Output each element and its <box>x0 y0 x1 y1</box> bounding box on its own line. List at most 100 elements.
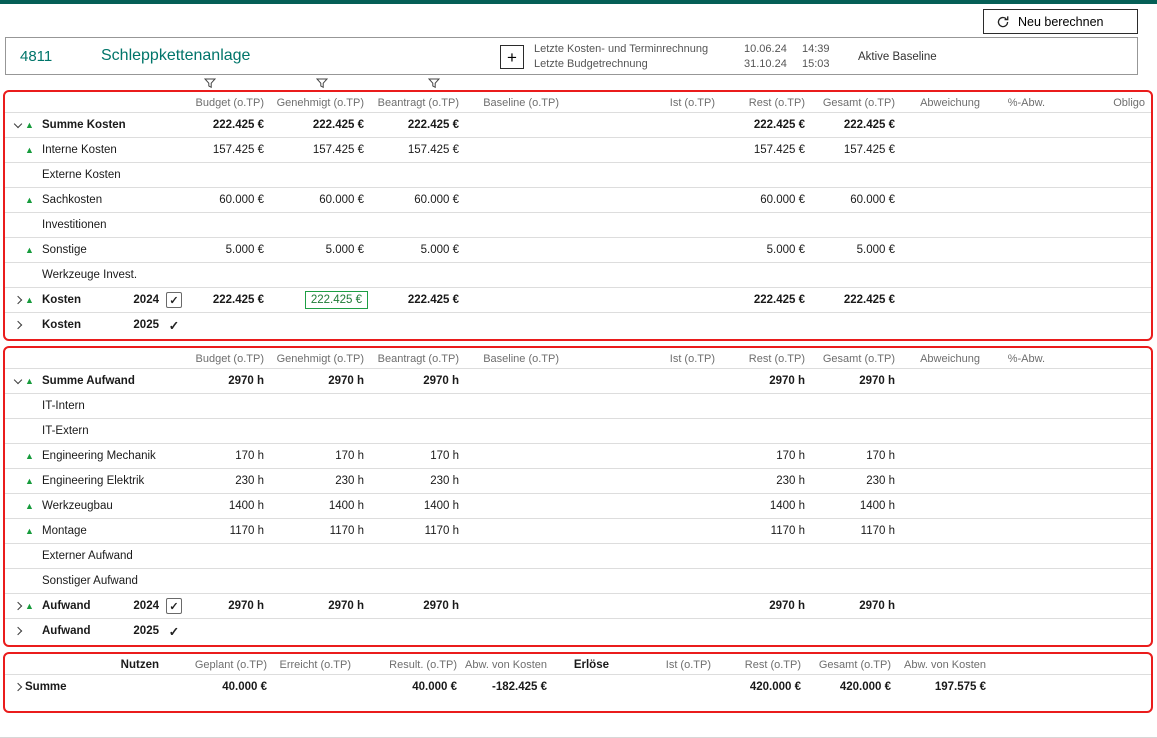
value-cell: 157.425 € <box>721 144 811 156</box>
value-cell: 1170 h <box>370 525 465 537</box>
row-label-cell: ▲Aufwand2024✓ <box>5 594 190 618</box>
filter-icon[interactable] <box>316 78 328 89</box>
value-cell: 157.425 € <box>270 144 370 156</box>
value-cell: 230 h <box>370 475 465 487</box>
include-check-icon[interactable]: ✓ <box>166 624 182 639</box>
expand-chevron-icon[interactable] <box>11 318 25 332</box>
value-cell: 157.425 € <box>370 144 465 156</box>
row-label: Engineering Mechanik <box>42 450 156 462</box>
value-cell: 170 h <box>811 450 901 462</box>
value-cell: 1400 h <box>721 500 811 512</box>
table-header-row: Budget (o.TP)Genehmigt (o.TP)Beantragt (… <box>5 93 1151 112</box>
column-header: Abweichung <box>901 353 986 365</box>
value-cell: 420.000 € <box>807 681 897 693</box>
column-header: Genehmigt (o.TP) <box>270 97 370 109</box>
editable-value-cell[interactable]: 222.425 € <box>305 291 368 309</box>
include-checkbox[interactable]: ✓ <box>166 292 182 308</box>
value-cell: 1400 h <box>370 500 465 512</box>
column-header: Baseline (o.TP) <box>465 97 565 109</box>
table-row[interactable]: Investitionen <box>5 212 1151 237</box>
table-row[interactable]: ▲Engineering Elektrik230 h230 h230 h230 … <box>5 468 1151 493</box>
table-row[interactable]: Sonstiger Aufwand <box>5 568 1151 593</box>
row-label: Investitionen <box>42 219 107 231</box>
value-cell: 1170 h <box>811 525 901 537</box>
row-label-cell: ▲Interne Kosten <box>5 138 190 162</box>
row-label-cell: IT-Intern <box>5 394 190 418</box>
info-time: 14:39 <box>802 42 844 57</box>
status-up-icon: ▲ <box>25 196 42 205</box>
row-label-cell: Externer Aufwand <box>5 544 190 568</box>
column-header: Ist (o.TP) <box>631 97 721 109</box>
table-row[interactable]: Aufwand 2025 ✓ <box>5 618 1151 643</box>
table-row[interactable]: IT-Intern <box>5 393 1151 418</box>
row-year: 2025 <box>133 625 159 637</box>
row-label: Werkzeugbau <box>42 500 113 512</box>
table-row[interactable]: ▲Werkzeugbau1400 h1400 h1400 h1400 h1400… <box>5 493 1151 518</box>
value-cell: 222.425 € <box>811 119 901 131</box>
row-label: Aufwand <box>42 625 91 637</box>
table-row[interactable]: ▲Interne Kosten157.425 €157.425 €157.425… <box>5 137 1151 162</box>
value-cell: 1170 h <box>190 525 270 537</box>
expand-chevron-icon[interactable] <box>11 599 25 613</box>
table-row[interactable]: IT-Extern <box>5 418 1151 443</box>
status-up-icon: ▲ <box>25 121 42 130</box>
info-date: 31.10.24 <box>744 57 802 72</box>
value-cell: 60.000 € <box>811 194 901 206</box>
status-up-icon: ▲ <box>25 527 42 536</box>
value-cell: 222.425 € <box>370 119 465 131</box>
value-cell: 222.425 € <box>270 119 370 131</box>
value-cell: -182.425 € <box>463 681 553 693</box>
table-row[interactable]: Externe Kosten <box>5 162 1151 187</box>
expand-chevron-icon[interactable] <box>11 118 25 132</box>
calculation-info: Letzte Kosten- und Terminrechnung 10.06.… <box>534 42 844 72</box>
table-row[interactable]: ▲Sachkosten60.000 €60.000 €60.000 €60.00… <box>5 187 1151 212</box>
row-label-cell: ▲Sachkosten <box>5 188 190 212</box>
value-cell: 157.425 € <box>190 144 270 156</box>
include-check-icon[interactable]: ✓ <box>166 318 182 333</box>
value-cell: 230 h <box>190 475 270 487</box>
value-cell: 170 h <box>721 450 811 462</box>
value-cell: 2970 h <box>270 375 370 387</box>
table-header-row: Budget (o.TP)Genehmigt (o.TP)Beantragt (… <box>5 349 1151 368</box>
column-header: Rest (o.TP) <box>721 97 811 109</box>
expand-chevron-icon[interactable] <box>11 624 25 638</box>
toolbar: Neu berechnen <box>0 4 1157 37</box>
include-checkbox[interactable]: ✓ <box>166 598 182 614</box>
row-label: Summe <box>25 681 67 693</box>
value-cell: 5.000 € <box>811 244 901 256</box>
column-header: Budget (o.TP) <box>190 353 270 365</box>
table-row[interactable]: ▲Summe Kosten222.425 €222.425 €222.425 €… <box>5 112 1151 137</box>
recalculate-button[interactable]: Neu berechnen <box>983 9 1138 34</box>
row-label-cell: Externe Kosten <box>5 163 190 187</box>
column-header: Rest (o.TP) <box>721 353 811 365</box>
row-label: Aufwand <box>42 600 91 612</box>
expand-chevron-icon[interactable] <box>11 680 25 694</box>
expand-chevron-icon[interactable] <box>11 293 25 307</box>
table-row[interactable]: Externer Aufwand <box>5 543 1151 568</box>
table-row[interactable]: Summe40.000 €40.000 €-182.425 €420.000 €… <box>5 674 1151 699</box>
info-date: 10.06.24 <box>744 42 802 57</box>
filter-icon[interactable] <box>204 78 216 89</box>
value-cell: 420.000 € <box>717 681 807 693</box>
table-row[interactable]: Kosten2025✓ <box>5 312 1151 337</box>
value-cell: 60.000 € <box>721 194 811 206</box>
table-row[interactable]: ▲Summe Aufwand2970 h2970 h2970 h2970 h29… <box>5 368 1151 393</box>
table-row[interactable]: ▲Engineering Mechanik170 h170 h170 h170 … <box>5 443 1151 468</box>
value-cell: 222.425 € <box>190 119 270 131</box>
value-cell: 230 h <box>270 475 370 487</box>
table-row[interactable]: ▲Sonstige5.000 €5.000 €5.000 €5.000 €5.0… <box>5 237 1151 262</box>
expand-chevron-icon[interactable] <box>11 374 25 388</box>
row-label: Kosten <box>42 294 81 306</box>
row-label: Kosten <box>42 319 81 331</box>
table-row[interactable]: Werkzeuge Invest. <box>5 262 1151 287</box>
expand-all-button[interactable]: + <box>500 45 524 69</box>
column-header: Nutzen <box>5 659 165 671</box>
table-row[interactable]: ▲Kosten2024✓222.425 €222.425 €222.425 €2… <box>5 287 1151 312</box>
filter-icon[interactable] <box>428 78 440 89</box>
value-cell: 60.000 € <box>370 194 465 206</box>
table-row[interactable]: ▲Aufwand2024✓2970 h2970 h2970 h2970 h297… <box>5 593 1151 618</box>
value-cell: 5.000 € <box>190 244 270 256</box>
filter-strip <box>5 75 1157 90</box>
row-label-cell: ▲Montage <box>5 519 190 543</box>
table-row[interactable]: ▲Montage1170 h1170 h1170 h1170 h1170 h <box>5 518 1151 543</box>
